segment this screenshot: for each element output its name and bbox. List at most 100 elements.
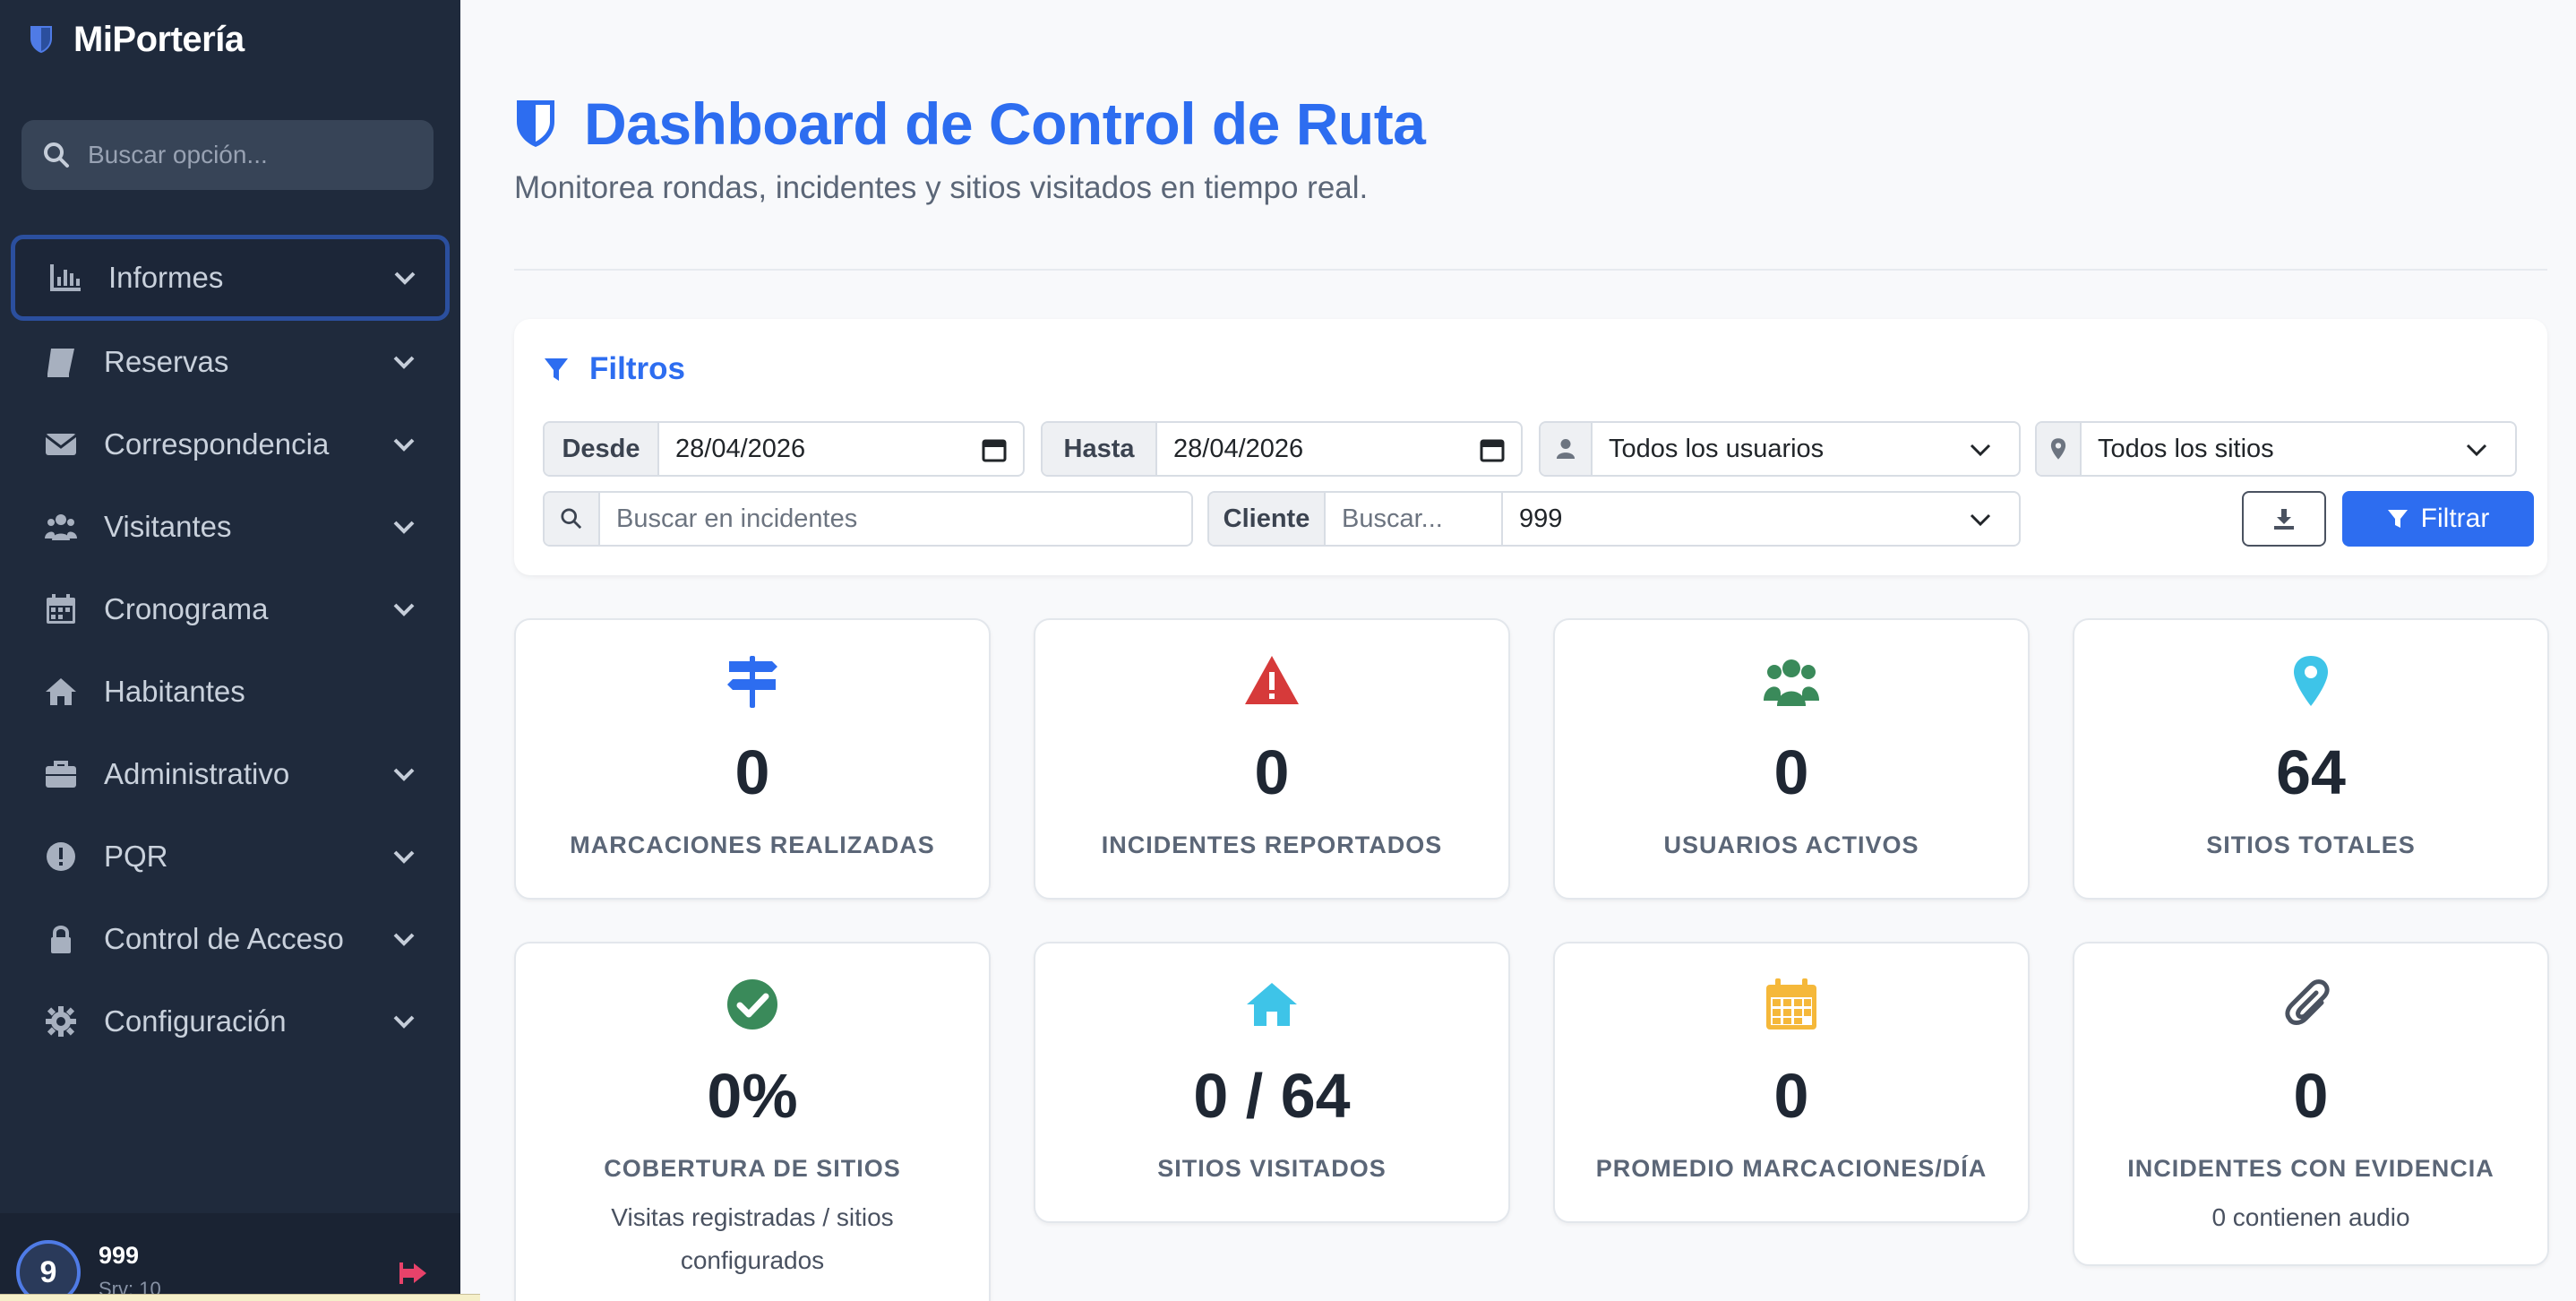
- filters-title: Filtros: [543, 351, 685, 387]
- home-icon: [1247, 983, 1297, 1026]
- desde-label: Desde: [545, 423, 659, 475]
- shield-icon: [517, 100, 554, 147]
- calendar-icon: [43, 591, 79, 627]
- stat-label: USUARIOS ACTIVOS: [1663, 831, 1919, 858]
- book-icon: [43, 344, 79, 380]
- stat-value: 0%: [707, 1061, 798, 1131]
- sidebar-item-label: Control de Acceso: [104, 922, 344, 955]
- sidebar-footer: 9 999 Srv: 10: [0, 1213, 460, 1301]
- incidents-search-group: Buscar en incidentes: [543, 491, 1193, 547]
- chevron-down-icon: [393, 768, 415, 781]
- shield-icon: [30, 26, 52, 53]
- chevron-down-icon: [393, 521, 415, 534]
- stat-value: 0: [1773, 737, 1809, 807]
- desde-date-value: 28/04/2026: [675, 434, 806, 463]
- page-title-text: Dashboard de Control de Ruta: [584, 90, 1426, 157]
- sidebar-item-control-acceso[interactable]: Control de Acceso: [0, 898, 460, 980]
- cliente-search-input[interactable]: Buscar...: [1326, 493, 1503, 545]
- filter-icon: [545, 358, 568, 381]
- sidebar-item-informes[interactable]: Informes: [11, 235, 450, 321]
- logout-icon[interactable]: [399, 1260, 430, 1287]
- sidebar-item-pqr[interactable]: PQR: [0, 815, 460, 898]
- gear-icon: [43, 1004, 79, 1039]
- filter-button[interactable]: Filtrar: [2342, 491, 2534, 547]
- stat-label: MARCACIONES REALIZADAS: [570, 831, 935, 858]
- brand-name: MiPortería: [73, 19, 245, 59]
- desde-date-input[interactable]: 28/04/2026: [659, 423, 1023, 475]
- chevron-down-icon: [393, 603, 415, 616]
- cliente-group: Cliente Buscar... 999: [1207, 491, 2021, 547]
- filter-icon: [2387, 510, 2408, 528]
- sites-select[interactable]: Todos los sitios: [2082, 423, 2515, 475]
- user-icon: [1541, 423, 1593, 475]
- export-button[interactable]: [2242, 491, 2326, 547]
- stat-card-sitios-visitados: 0 / 64 SITIOS VISITADOS: [1034, 942, 1510, 1223]
- sidebar: MiPortería Informes Reservas Corresponde…: [0, 0, 480, 1301]
- users-select-group: Todos los usuarios: [1539, 421, 2021, 477]
- stat-value: 0: [1254, 737, 1290, 807]
- sidebar-item-label: Informes: [108, 261, 224, 294]
- search-icon: [545, 493, 600, 545]
- sidebar-item-administrativo[interactable]: Administrativo: [0, 733, 460, 815]
- calendar-icon: [1766, 978, 1816, 1030]
- sidebar-item-configuracion[interactable]: Configuración: [0, 980, 460, 1063]
- hasta-date-value: 28/04/2026: [1173, 434, 1304, 463]
- hasta-label: Hasta: [1043, 423, 1157, 475]
- sidebar-item-cronograma[interactable]: Cronograma: [0, 568, 460, 650]
- sidebar-item-label: Administrativo: [104, 757, 290, 790]
- users-select[interactable]: Todos los usuarios: [1593, 423, 2019, 475]
- users-select-value: Todos los usuarios: [1609, 434, 1825, 463]
- chevron-down-icon: [1970, 444, 1991, 457]
- lock-icon: [43, 921, 79, 957]
- chevron-down-icon: [393, 850, 415, 864]
- stat-card-promedio: 0 PROMEDIO MARCACIONES/DÍA: [1553, 942, 2030, 1223]
- sites-select-group: Todos los sitios: [2035, 421, 2517, 477]
- filter-button-label: Filtrar: [2420, 504, 2490, 533]
- users-icon: [1764, 659, 1819, 706]
- cliente-select-value: 999: [1519, 504, 1563, 533]
- calendar-icon[interactable]: [1480, 437, 1505, 462]
- stat-label: INCIDENTES CON EVIDENCIA: [2127, 1155, 2494, 1182]
- stat-value: 0: [2293, 1061, 2329, 1131]
- incidents-search-input[interactable]: Buscar en incidentes: [600, 493, 1191, 545]
- sidebar-search-input[interactable]: [88, 141, 410, 169]
- exclamation-circle-icon: [43, 839, 79, 875]
- chevron-down-icon: [394, 271, 416, 285]
- chevron-down-icon: [393, 438, 415, 452]
- warning-icon: [1245, 656, 1299, 704]
- sidebar-search[interactable]: [21, 120, 434, 190]
- stat-label: SITIOS TOTALES: [2206, 831, 2416, 858]
- page-title: Dashboard de Control de Ruta: [514, 90, 1426, 158]
- stat-note: 0 contienen audio: [2211, 1203, 2410, 1231]
- cliente-select[interactable]: 999: [1503, 493, 2019, 545]
- map-pin-icon: [2294, 656, 2328, 706]
- sidebar-item-reservas[interactable]: Reservas: [0, 321, 460, 403]
- paperclip-icon: [2285, 979, 2330, 1025]
- brand[interactable]: MiPortería: [29, 18, 245, 61]
- sidebar-item-label: Habitantes: [104, 675, 245, 708]
- sidebar-item-label: Visitantes: [104, 510, 232, 543]
- stat-value: 0: [1773, 1061, 1809, 1131]
- sidebar-item-habitantes[interactable]: Habitantes: [0, 650, 460, 733]
- avatar[interactable]: 9: [16, 1240, 81, 1301]
- stat-card-marcaciones: 0 MARCACIONES REALIZADAS: [514, 618, 991, 900]
- hasta-date-input[interactable]: 28/04/2026: [1157, 423, 1521, 475]
- stat-card-evidencia: 0 INCIDENTES CON EVIDENCIA 0 contienen a…: [2073, 942, 2549, 1266]
- signpost-icon: [727, 656, 777, 708]
- sidebar-item-visitantes[interactable]: Visitantes: [0, 486, 460, 568]
- home-icon: [43, 674, 79, 710]
- user-name: 999: [99, 1242, 140, 1269]
- calendar-icon[interactable]: [982, 437, 1007, 462]
- sidebar-item-label: Correspondencia: [104, 427, 330, 461]
- sidebar-item-label: Reservas: [104, 345, 229, 378]
- chevron-down-icon: [393, 1015, 415, 1029]
- stat-card-incidentes: 0 INCIDENTES REPORTADOS: [1034, 618, 1510, 900]
- page-subtitle: Monitorea rondas, incidentes y sitios vi…: [514, 170, 1369, 205]
- map-pin-icon: [2037, 423, 2082, 475]
- search-icon: [44, 142, 69, 168]
- stat-card-cobertura: 0% COBERTURA DE SITIOS Visitas registrad…: [514, 942, 991, 1301]
- sidebar-item-correspondencia[interactable]: Correspondencia: [0, 403, 460, 486]
- chevron-down-icon: [1970, 513, 1991, 527]
- stat-label: INCIDENTES REPORTADOS: [1101, 831, 1443, 858]
- sidebar-item-label: Cronograma: [104, 592, 269, 625]
